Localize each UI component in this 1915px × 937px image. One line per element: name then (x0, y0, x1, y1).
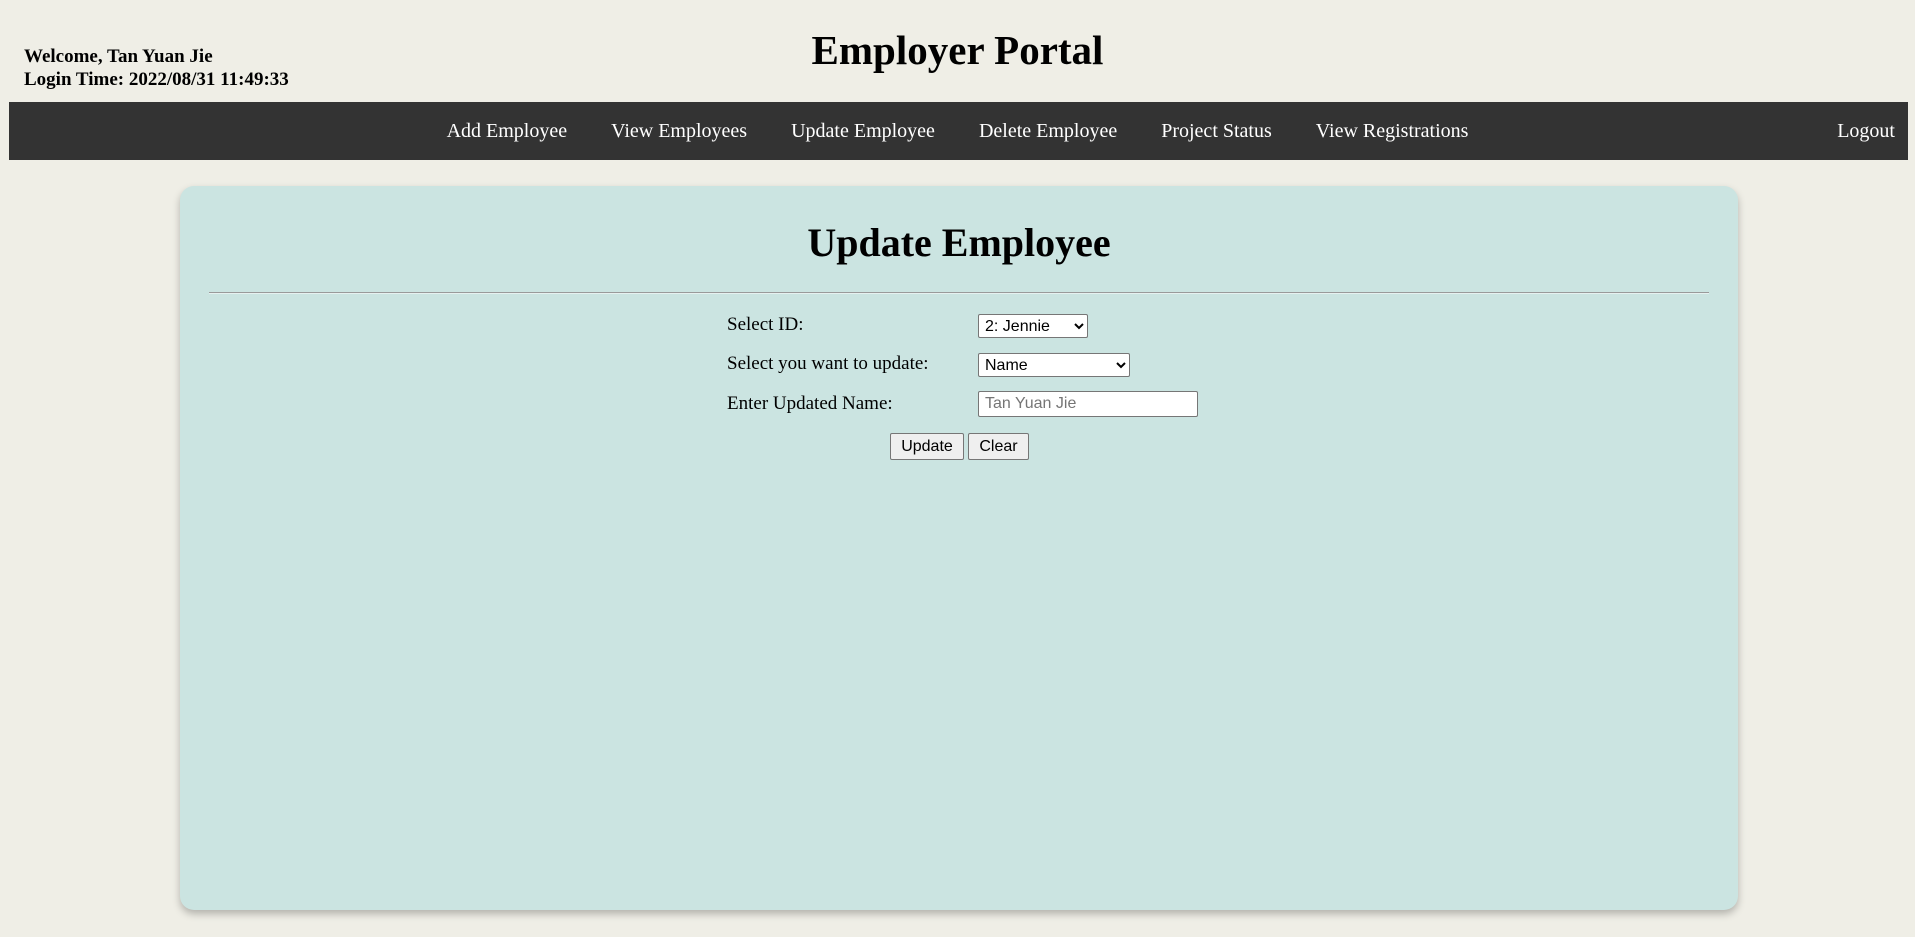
logout-link[interactable]: Logout (1837, 102, 1895, 160)
nav-item-project-status[interactable]: Project Status (1139, 102, 1294, 160)
updated-name-input[interactable] (978, 391, 1198, 417)
nav-item-update-employee[interactable]: Update Employee (769, 102, 957, 160)
nav-item-delete-employee[interactable]: Delete Employee (957, 102, 1139, 160)
clear-button[interactable]: Clear (968, 433, 1029, 460)
page-title: Update Employee (807, 220, 1111, 265)
updated-name-label: Enter Updated Name: (727, 393, 893, 414)
divider (209, 292, 1709, 294)
select-id-label: Select ID: (727, 314, 804, 335)
nav-item-add-employee[interactable]: Add Employee (425, 102, 590, 160)
update-employee-panel: Update Employee Select ID: 2: Jennie Sel… (180, 186, 1738, 910)
update-field-select[interactable]: Name (978, 353, 1130, 377)
nav-item-view-employees[interactable]: View Employees (589, 102, 769, 160)
update-button[interactable]: Update (890, 433, 964, 460)
portal-title: Employer Portal (811, 27, 1104, 73)
nav-item-view-registrations[interactable]: View Registrations (1294, 102, 1491, 160)
nav-menu: Add Employee View Employees Update Emplo… (0, 102, 1915, 160)
employee-id-select[interactable]: 2: Jennie (978, 314, 1088, 338)
select-field-label: Select you want to update: (727, 353, 929, 374)
